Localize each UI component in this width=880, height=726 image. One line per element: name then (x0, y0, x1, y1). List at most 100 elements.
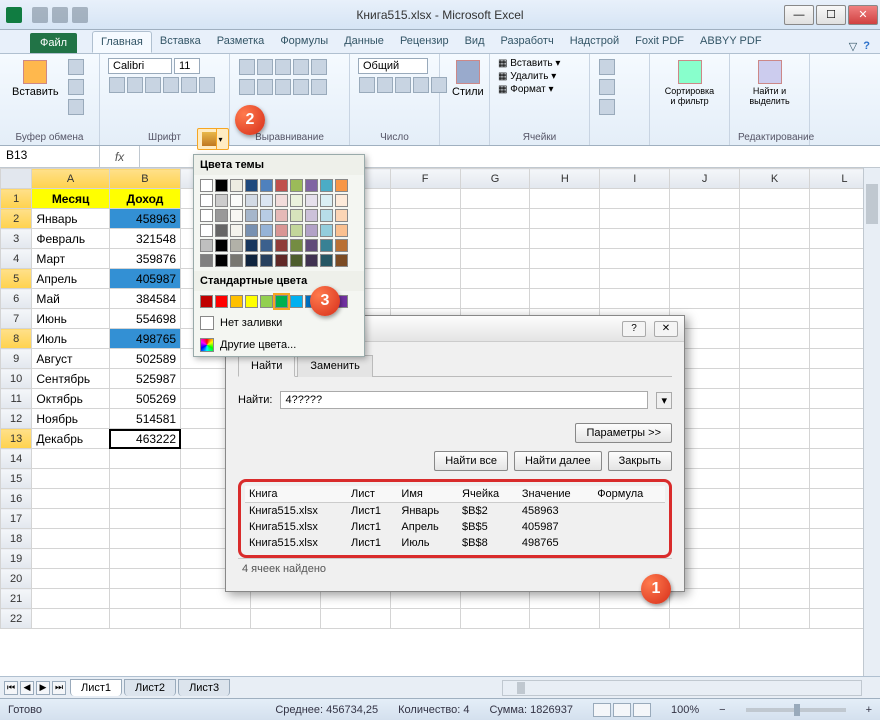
row-header-1[interactable]: 1 (1, 189, 32, 209)
align-left[interactable] (239, 79, 255, 95)
color-swatch[interactable] (290, 179, 303, 192)
align-right[interactable] (275, 79, 291, 95)
sort-filter-button[interactable]: Сортировка и фильтр (658, 58, 721, 108)
color-swatch[interactable] (260, 209, 273, 222)
color-swatch[interactable] (275, 224, 288, 237)
underline-button[interactable] (145, 77, 161, 93)
tab-abbyypdf[interactable]: ABBYY PDF (692, 31, 770, 53)
cell-F5[interactable] (390, 269, 460, 289)
cell-F1[interactable] (390, 189, 460, 209)
color-swatch[interactable] (200, 224, 213, 237)
color-swatch[interactable] (260, 239, 273, 252)
result-row[interactable]: Книга515.xlsxЛист1Июль$B$8498765 (245, 535, 665, 551)
row-header-10[interactable]: 10 (1, 369, 32, 389)
fill-color-button[interactable] (181, 77, 197, 93)
tab-home[interactable]: Главная (92, 31, 152, 53)
font-name-select[interactable] (108, 58, 172, 74)
color-swatch[interactable] (260, 179, 273, 192)
wrap-text[interactable] (311, 59, 327, 75)
row-header-20[interactable]: 20 (1, 569, 32, 589)
row-header-7[interactable]: 7 (1, 309, 32, 329)
border-button[interactable] (163, 77, 179, 93)
cell-J5[interactable] (670, 269, 740, 289)
cell-B21[interactable] (109, 589, 180, 609)
cell-H3[interactable] (530, 229, 600, 249)
zoom-out[interactable]: − (719, 704, 725, 716)
tab-addins[interactable]: Надстрой (562, 31, 627, 53)
cell-K10[interactable] (740, 369, 810, 389)
color-swatch[interactable] (275, 194, 288, 207)
col-header-G[interactable]: G (460, 169, 530, 189)
cell-K16[interactable] (740, 489, 810, 509)
color-swatch[interactable] (245, 194, 258, 207)
color-swatch[interactable] (230, 239, 243, 252)
cell-F6[interactable] (390, 289, 460, 309)
cell-F4[interactable] (390, 249, 460, 269)
cells-insert[interactable]: ▦ Вставить ▾ (498, 58, 560, 69)
cell-K11[interactable] (740, 389, 810, 409)
color-swatch[interactable] (290, 254, 303, 267)
cell-B13[interactable]: 463222 (109, 429, 180, 449)
color-swatch[interactable] (275, 295, 288, 308)
color-swatch[interactable] (215, 179, 228, 192)
cell-B16[interactable] (109, 489, 180, 509)
horizontal-scrollbar[interactable] (502, 680, 862, 696)
cell-A14[interactable] (32, 449, 109, 469)
cell-G3[interactable] (460, 229, 530, 249)
indent-dec[interactable] (293, 79, 309, 95)
font-size-select[interactable] (174, 58, 200, 74)
cell-H5[interactable] (530, 269, 600, 289)
cell-A9[interactable]: Август (32, 349, 109, 369)
zoom-slider[interactable] (746, 708, 846, 712)
cell-A16[interactable] (32, 489, 109, 509)
cell-I5[interactable] (600, 269, 670, 289)
row-header-19[interactable]: 19 (1, 549, 32, 569)
color-swatch[interactable] (290, 295, 303, 308)
sheet-tab-3[interactable]: Лист3 (178, 679, 230, 696)
qat-undo-icon[interactable] (52, 7, 68, 23)
col-header-J[interactable]: J (670, 169, 740, 189)
cell-K17[interactable] (740, 509, 810, 529)
color-swatch[interactable] (320, 194, 333, 207)
maximize-button[interactable]: ☐ (816, 5, 846, 25)
orientation[interactable] (293, 59, 309, 75)
format-painter-button[interactable] (68, 99, 84, 115)
cell-A3[interactable]: Февраль (32, 229, 109, 249)
color-swatch[interactable] (230, 179, 243, 192)
color-swatch[interactable] (215, 295, 228, 308)
cell-B1[interactable]: Доход (109, 189, 180, 209)
color-swatch[interactable] (305, 209, 318, 222)
minimize-button[interactable]: — (784, 5, 814, 25)
col-header-H[interactable]: H (530, 169, 600, 189)
color-swatch[interactable] (320, 254, 333, 267)
cell-K8[interactable] (740, 329, 810, 349)
cell-B9[interactable]: 502589 (109, 349, 180, 369)
cell-K2[interactable] (740, 209, 810, 229)
row-header-22[interactable]: 22 (1, 609, 32, 629)
merge[interactable] (311, 79, 327, 95)
row-header-5[interactable]: 5 (1, 269, 32, 289)
cell-B8[interactable]: 498765 (109, 329, 180, 349)
cell-H1[interactable] (530, 189, 600, 209)
color-swatch[interactable] (245, 239, 258, 252)
qat-redo-icon[interactable] (72, 7, 88, 23)
sheet-nav-prev[interactable]: ◀ (20, 681, 34, 695)
cell-K19[interactable] (740, 549, 810, 569)
cell-A12[interactable]: Ноябрь (32, 409, 109, 429)
cell-I2[interactable] (600, 209, 670, 229)
cell-G4[interactable] (460, 249, 530, 269)
cell-A11[interactable]: Октябрь (32, 389, 109, 409)
color-swatch[interactable] (275, 239, 288, 252)
cell-B10[interactable]: 525987 (109, 369, 180, 389)
align-center[interactable] (257, 79, 273, 95)
color-swatch[interactable] (230, 254, 243, 267)
cell-K15[interactable] (740, 469, 810, 489)
fx-button[interactable]: fx (100, 146, 140, 167)
view-normal[interactable] (593, 703, 611, 717)
cell-A2[interactable]: Январь (32, 209, 109, 229)
dec-inc[interactable] (413, 77, 429, 93)
cell-K18[interactable] (740, 529, 810, 549)
zoom-in[interactable]: + (866, 704, 872, 716)
cell-D22[interactable] (250, 609, 320, 629)
cell-A17[interactable] (32, 509, 109, 529)
